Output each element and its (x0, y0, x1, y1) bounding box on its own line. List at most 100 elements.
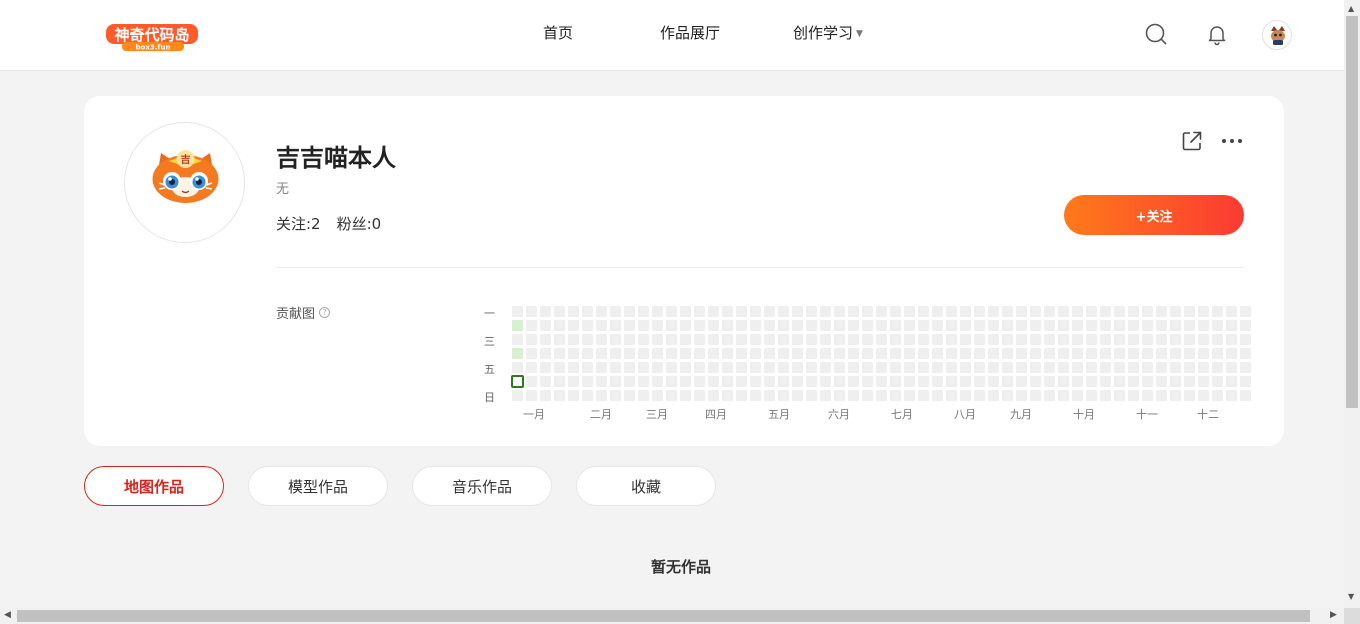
vertical-scrollbar[interactable]: ▲ ▼ (1344, 0, 1360, 608)
heatmap-cell (1100, 306, 1111, 317)
heatmap-cell (1058, 362, 1069, 373)
heatmap-cell (1100, 376, 1111, 387)
heatmap-cell (582, 362, 593, 373)
heatmap-cell (1184, 390, 1195, 401)
nav-learn[interactable]: 创作学习 ▼ (793, 22, 863, 43)
heatmap-cell (764, 306, 775, 317)
heatmap-cell (1156, 306, 1167, 317)
scroll-right-icon[interactable]: ▶ (1330, 610, 1337, 620)
heatmap-cell (582, 306, 593, 317)
scroll-down-icon[interactable]: ▼ (1348, 592, 1354, 601)
heatmap-cell (988, 390, 999, 401)
heatmap-cell (1170, 362, 1181, 373)
heatmap-cell (652, 348, 663, 359)
tab-favorites[interactable]: 收藏 (576, 466, 716, 506)
heatmap-cell (974, 390, 985, 401)
heatmap-cell (848, 376, 859, 387)
horizontal-scroll-thumb[interactable] (17, 610, 1310, 622)
heatmap-cell (722, 362, 733, 373)
heatmap-cell (1184, 334, 1195, 345)
heatmap-cell (750, 320, 761, 331)
nav-home[interactable]: 首页 (543, 22, 573, 43)
more-icon[interactable] (1220, 130, 1244, 152)
heatmap-cell (876, 390, 887, 401)
heatmap-cell (1142, 390, 1153, 401)
heatmap-cell (1128, 362, 1139, 373)
heatmap-cell (1156, 320, 1167, 331)
following-count[interactable]: 关注:2 (276, 213, 321, 234)
heatmap-cell (750, 306, 761, 317)
profile-bio: 无 (276, 182, 290, 197)
heatmap-cell (1128, 390, 1139, 401)
tab-maps[interactable]: 地图作品 (84, 466, 224, 506)
heatmap-cell (890, 376, 901, 387)
heatmap-cell (652, 376, 663, 387)
heatmap-cell (806, 320, 817, 331)
day-label-mon: 一 (484, 307, 495, 320)
heatmap-cell (974, 348, 985, 359)
heatmap-cell (610, 334, 621, 345)
heatmap-cell (1030, 306, 1041, 317)
heatmap-cell (834, 348, 845, 359)
heatmap-cell (1072, 334, 1083, 345)
heatmap-cell (876, 376, 887, 387)
vertical-scroll-thumb[interactable] (1346, 16, 1358, 408)
heatmap-cell (904, 306, 915, 317)
heatmap-cell (890, 306, 901, 317)
heatmap-cell (540, 362, 551, 373)
heatmap-cell (736, 362, 747, 373)
tab-models[interactable]: 模型作品 (248, 466, 388, 506)
heatmap-cell (1142, 320, 1153, 331)
heatmap-cell (722, 376, 733, 387)
heatmap-cell (666, 376, 677, 387)
month-label: 三月 (646, 408, 668, 421)
nav-gallery[interactable]: 作品展厅 (660, 22, 720, 43)
heatmap-cell (1030, 376, 1041, 387)
tab-music[interactable]: 音乐作品 (412, 466, 552, 506)
scroll-left-icon[interactable]: ◀ (4, 610, 11, 620)
heatmap-cell (876, 348, 887, 359)
heatmap-cell (1114, 320, 1125, 331)
heatmap-cell (596, 390, 607, 401)
heatmap-cell (624, 306, 635, 317)
heatmap-cell (946, 390, 957, 401)
heatmap-cell (1198, 306, 1209, 317)
heatmap-cell (666, 320, 677, 331)
heatmap-cell (736, 390, 747, 401)
heatmap-cell (1002, 334, 1013, 345)
heatmap-cell (820, 306, 831, 317)
heatmap-cell (694, 320, 705, 331)
heatmap-cell (736, 348, 747, 359)
heatmap-cell (946, 376, 957, 387)
heatmap-cell (1058, 348, 1069, 359)
logo[interactable]: 神奇代码岛 box3.fun (104, 20, 200, 52)
follow-button[interactable]: +关注 (1064, 195, 1244, 235)
heatmap-cell (694, 376, 705, 387)
heatmap-cell (1016, 390, 1027, 401)
heatmap-cell (848, 362, 859, 373)
heatmap-cell (554, 362, 565, 373)
help-icon[interactable]: ? (319, 307, 331, 318)
horizontal-scrollbar[interactable]: ◀ ▶ (0, 608, 1344, 624)
followers-count[interactable]: 粉丝:0 (337, 213, 382, 234)
bell-icon[interactable] (1205, 22, 1229, 46)
heatmap-cell (1240, 390, 1251, 401)
search-icon[interactable] (1144, 22, 1168, 46)
heatmap-cell (918, 376, 929, 387)
heatmap-cell (666, 390, 677, 401)
heatmap-cell (778, 362, 789, 373)
heatmap-cell (568, 334, 579, 345)
heatmap-cell (904, 320, 915, 331)
heatmap-cell (1142, 376, 1153, 387)
month-label: 一月 (523, 408, 545, 421)
heatmap-cell (834, 334, 845, 345)
scroll-up-icon[interactable]: ▲ (1348, 4, 1354, 13)
heatmap-cell (1030, 390, 1041, 401)
share-icon[interactable] (1181, 130, 1203, 152)
heatmap-cell (1086, 362, 1097, 373)
user-avatar[interactable] (1262, 20, 1292, 50)
heatmap-cell (554, 320, 565, 331)
heatmap-cell (638, 320, 649, 331)
user-avatar-image (1271, 26, 1285, 45)
heatmap-cell (1002, 348, 1013, 359)
